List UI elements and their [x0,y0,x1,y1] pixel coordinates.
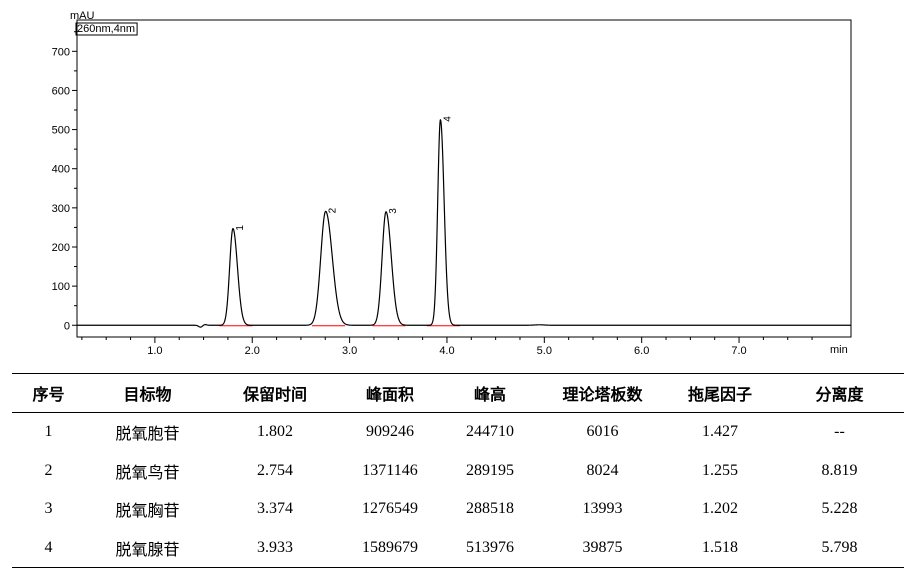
cell-tailing-factor: 1.202 [702,500,738,518]
header-tailing-factor: 拖尾因子 [665,373,775,413]
cell-resolution: 5.798 [775,528,904,568]
cell-target: 脱氧胞苷 [115,424,180,444]
cell-index: 2 [44,461,53,479]
y-tick-label: 0 [64,320,70,332]
cell-target: 脱氧胸苷 [115,501,180,521]
cell-tailing-factor: 1.427 [702,423,738,441]
cell-peak-area: 1276549 [362,500,418,518]
table-row: 2 脱氧鸟苷 2.754 1371146 289195 8024 1.255 8… [12,452,904,491]
cell-index: 1 [44,423,53,441]
y-unit-label: mAU [70,10,95,22]
cell-plate-count: 6016 [586,423,619,441]
y-tick-label: 300 [52,203,70,215]
chromatogram-trace [77,119,851,328]
x-tick-label: 3.0 [342,345,357,357]
table-header-row: 序号 目标物 保留时间 峰面积 峰高 理论塔板数 拖尾因子 分离度 [12,373,904,413]
cell-target: 脱氧腺苷 [85,528,210,568]
cell-resolution: 5.228 [821,500,858,518]
cell-resolution: 8.819 [821,461,858,479]
cell-retention-time: 3.374 [257,500,293,518]
cell-peak-height: 289195 [466,461,514,479]
x-tick-label: 6.0 [634,345,649,357]
y-tick-label: 200 [52,242,70,254]
cell-resolution: -- [834,423,845,441]
header-resolution: 分离度 [775,373,904,413]
cell-index: 4 [12,528,85,568]
cell-plate-count: 8024 [586,461,619,479]
header-retention-time: 保留时间 [210,373,340,413]
peak-labels: 1 2 3 4 [235,116,453,231]
cell-peak-height: 244710 [466,423,514,441]
cell-index: 3 [44,500,53,518]
y-tick-label: 600 [52,85,70,97]
header-plate-count: 理论塔板数 [540,373,665,413]
results-table: 序号 目标物 保留时间 峰面积 峰高 理论塔板数 拖尾因子 分离度 1 脱氧胞苷… [12,373,904,568]
header-peak-height: 峰高 [440,373,540,413]
x-unit-label: min [830,344,848,356]
header-target: 目标物 [85,373,210,413]
chromatogram-chart: 0 100 200 300 400 500 600 700 1.0 2.0 3.0 4.0 5.0 6.0… [52,10,852,357]
x-tick-label: 5.0 [537,345,552,357]
cell-retention-time: 1.802 [257,423,293,441]
cell-peak-area: 1371146 [362,461,418,479]
cell-plate-count: 39875 [540,528,665,568]
cell-peak-area: 909246 [366,423,414,441]
x-tick-label: 1.0 [147,345,162,357]
x-tick-label: 4.0 [439,345,454,357]
cell-retention-time: 3.933 [210,528,340,568]
cell-tailing-factor: 1.255 [702,461,738,479]
header-index: 序号 [12,373,85,413]
x-tick-label: 2.0 [245,345,260,357]
cell-peak-area: 1589679 [340,528,440,568]
channel-label: 260nm,4nm [77,23,135,35]
cell-tailing-factor: 1.518 [665,528,775,568]
y-tick-label: 500 [52,125,70,137]
table-row: 4 脱氧腺苷 3.933 1589679 513976 39875 1.518 … [12,528,904,568]
y-tick-label: 700 [52,46,70,58]
x-tick-label: 7.0 [731,345,746,357]
peak-label: 2 [328,207,339,213]
chart-axes: 0 100 200 300 400 500 600 700 1.0 2.0 3.0 4.0 5.0 6.0… [52,10,852,357]
trace-layer [77,119,851,328]
table-row: 1 脱氧胞苷 1.802 909246 244710 6016 1.427 -- [12,413,904,452]
cell-retention-time: 2.754 [257,461,293,479]
peak-label: 1 [235,225,246,231]
peak-label: 3 [388,208,399,214]
y-tick-label: 400 [52,164,70,176]
cell-peak-height: 513976 [440,528,540,568]
header-peak-area: 峰面积 [340,373,440,413]
cell-peak-height: 288518 [466,500,514,518]
cell-target: 脱氧鸟苷 [115,462,180,482]
plot-frame [76,19,852,338]
y-tick-label: 100 [52,281,70,293]
cell-plate-count: 13993 [582,500,623,518]
peak-label: 4 [442,116,453,122]
table-row: 3 脱氧胸苷 3.374 1276549 288518 13993 1.202 … [12,490,904,529]
